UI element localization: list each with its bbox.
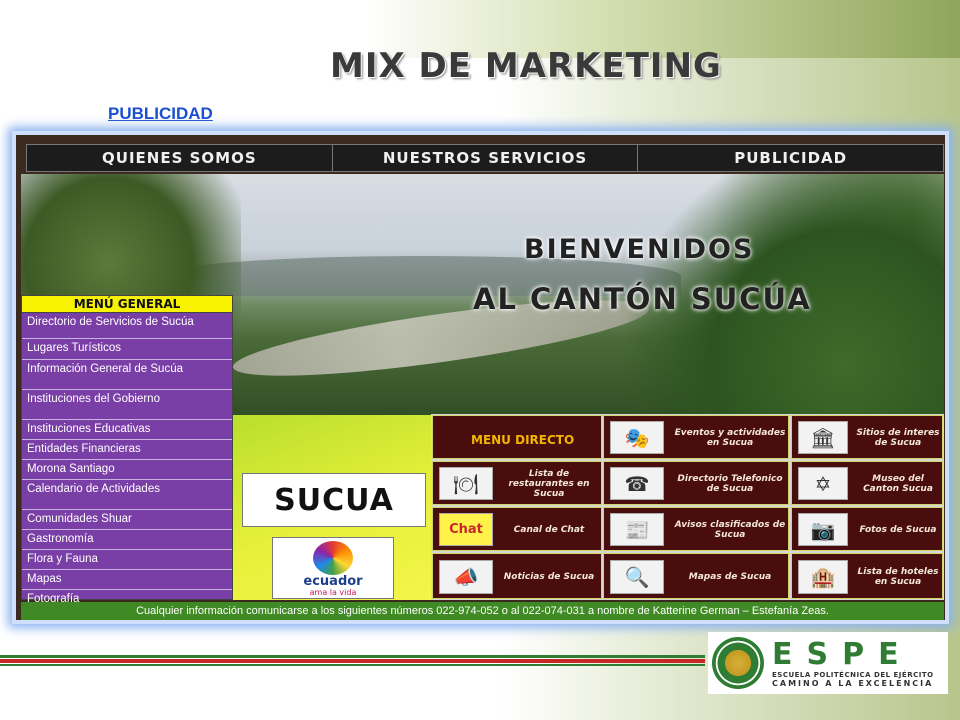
sucua-logo-text: SUCUA (274, 482, 394, 518)
cell-chat[interactable]: Chat Canal de Chat (432, 507, 602, 551)
newspaper-reader-icon: 📣 (439, 560, 493, 594)
menu-item-comunidades-shuar[interactable]: Comunidades Shuar (22, 510, 232, 530)
ecuador-logo-text: ecuador (303, 574, 363, 589)
menu-general-title: MENÚ GENERAL (22, 296, 232, 313)
menu-item-instituciones-educativas[interactable]: Instituciones Educativas (22, 420, 232, 440)
cell-directorio-label: Directorio Telefonico de Sucua (677, 474, 783, 494)
cell-fotos[interactable]: 📷 Fotos de Sucua (791, 507, 943, 551)
footer-contact: Cualquier información comunicarse a los … (21, 602, 944, 620)
publicidad-link[interactable]: PUBLICIDAD (108, 104, 213, 124)
cell-eventos-label: Eventos y actividades en Sucua (674, 428, 786, 448)
cell-fotos-label: Fotos de Sucua (859, 525, 937, 535)
espe-motto: CAMINO A LA EXCELENCIA (772, 678, 934, 688)
logo-panel: SUCUA ecuador ama la vida (233, 415, 431, 600)
museum-icon: ✡ (798, 467, 848, 500)
menu-directo-header: MENU DIRECTO (432, 415, 602, 459)
nav-quienes-somos[interactable]: QUIENES SOMOS (27, 145, 333, 171)
menu-item-informacion-general[interactable]: Información General de Sucúa (22, 360, 232, 390)
ecuador-swirl-icon (313, 541, 353, 575)
classifieds-icon: 📰 (610, 513, 664, 546)
cell-eventos[interactable]: 🎭 Eventos y actividades en Sucua (603, 415, 789, 459)
theater-masks-icon: 🎭 (610, 421, 664, 454)
cell-hoteles-label: Lista de hoteles en Sucua (857, 567, 939, 587)
building-columns-icon: 🏛 (798, 421, 848, 454)
cell-avisos-label: Avisos clasificados de Sucua (674, 520, 786, 540)
welcome-subheading: AL CANTÓN SUCÚA (473, 282, 812, 316)
menu-item-entidades-financieras[interactable]: Entidades Financieras (22, 440, 232, 460)
cell-museo[interactable]: ✡ Museo del Canton Sucua (791, 461, 943, 505)
camera-icon: 📷 (798, 513, 848, 546)
decor-stripe-red (0, 659, 705, 663)
cell-chat-label: Canal de Chat (513, 525, 585, 535)
cell-avisos[interactable]: 📰 Avisos clasificados de Sucua (603, 507, 789, 551)
website-screenshot: QUIENES SOMOS NUESTROS SERVICIOS PUBLICI… (16, 135, 945, 620)
telephone-icon: ☎ (610, 467, 664, 500)
cell-museo-label: Museo del Canton Sucua (863, 474, 933, 494)
cell-directorio[interactable]: ☎ Directorio Telefonico de Sucua (603, 461, 789, 505)
nav-nuestros-servicios[interactable]: NUESTROS SERVICIOS (333, 145, 639, 171)
cell-restaurantes[interactable]: 🍽 Lista de restaurantes en Sucua (432, 461, 602, 505)
cell-noticias[interactable]: 📣 Noticias de Sucua (432, 553, 602, 599)
menu-item-flora-fauna[interactable]: Flora y Fauna (22, 550, 232, 570)
slide-title: MIX DE MARKETING (330, 46, 722, 86)
menu-item-lugares-turisticos[interactable]: Lugares Turísticos (22, 339, 232, 360)
ecuador-logo-tagline: ama la vida (309, 588, 357, 597)
sucua-logo[interactable]: SUCUA (242, 473, 426, 527)
cell-sitios[interactable]: 🏛 Sitios de interes de Sucua (791, 415, 943, 459)
top-nav: QUIENES SOMOS NUESTROS SERVICIOS PUBLICI… (26, 144, 944, 172)
map-magnifier-icon: 🔍 (610, 560, 664, 594)
espe-letters: ESPE (772, 636, 913, 672)
menu-item-morona-santiago[interactable]: Morona Santiago (22, 460, 232, 480)
menu-item-calendario[interactable]: Calendario de Actividades (22, 480, 232, 510)
menu-directo-grid: MENU DIRECTO 🎭 Eventos y actividades en … (431, 414, 944, 600)
menu-item-directorio[interactable]: Directorio de Servicios de Sucúa (22, 313, 232, 339)
menu-item-mapas[interactable]: Mapas (22, 570, 232, 590)
plate-cutlery-icon: 🍽 (439, 467, 493, 500)
espe-logo: ESPE ESCUELA POLITÉCNICA DEL EJÉRCITO CA… (708, 632, 948, 694)
menu-item-instituciones-gobierno[interactable]: Instituciones del Gobierno (22, 390, 232, 420)
hotel-icon: 🏨 (798, 560, 848, 594)
cell-noticias-label: Noticias de Sucua (503, 572, 595, 582)
menu-directo-title: MENU DIRECTO (471, 433, 575, 447)
decor-stripe-green-top (0, 655, 705, 658)
nav-publicidad[interactable]: PUBLICIDAD (638, 145, 943, 171)
espe-seal-icon (712, 637, 764, 689)
cell-mapas[interactable]: 🔍 Mapas de Sucua (603, 553, 789, 599)
espe-institution-name: ESCUELA POLITÉCNICA DEL EJÉRCITO (772, 670, 934, 679)
welcome-heading: BIENVENIDOS (524, 234, 755, 265)
ecuador-logo[interactable]: ecuador ama la vida (272, 537, 394, 599)
chat-icon: Chat (439, 513, 493, 546)
cell-restaurantes-label: Lista de restaurantes en Sucua (508, 469, 590, 499)
espe-wordmark: ESPE ESCUELA POLITÉCNICA DEL EJÉRCITO CA… (772, 636, 934, 688)
cell-hoteles[interactable]: 🏨 Lista de hoteles en Sucua (791, 553, 943, 599)
decor-stripe-green-bottom (0, 664, 705, 666)
cell-sitios-label: Sitios de interes de Sucua (856, 428, 940, 448)
cell-mapas-label: Mapas de Sucua (688, 572, 772, 582)
menu-general: MENÚ GENERAL Directorio de Servicios de … (21, 295, 233, 610)
menu-item-gastronomia[interactable]: Gastronomía (22, 530, 232, 550)
website-screenshot-frame: QUIENES SOMOS NUESTROS SERVICIOS PUBLICI… (12, 131, 949, 624)
